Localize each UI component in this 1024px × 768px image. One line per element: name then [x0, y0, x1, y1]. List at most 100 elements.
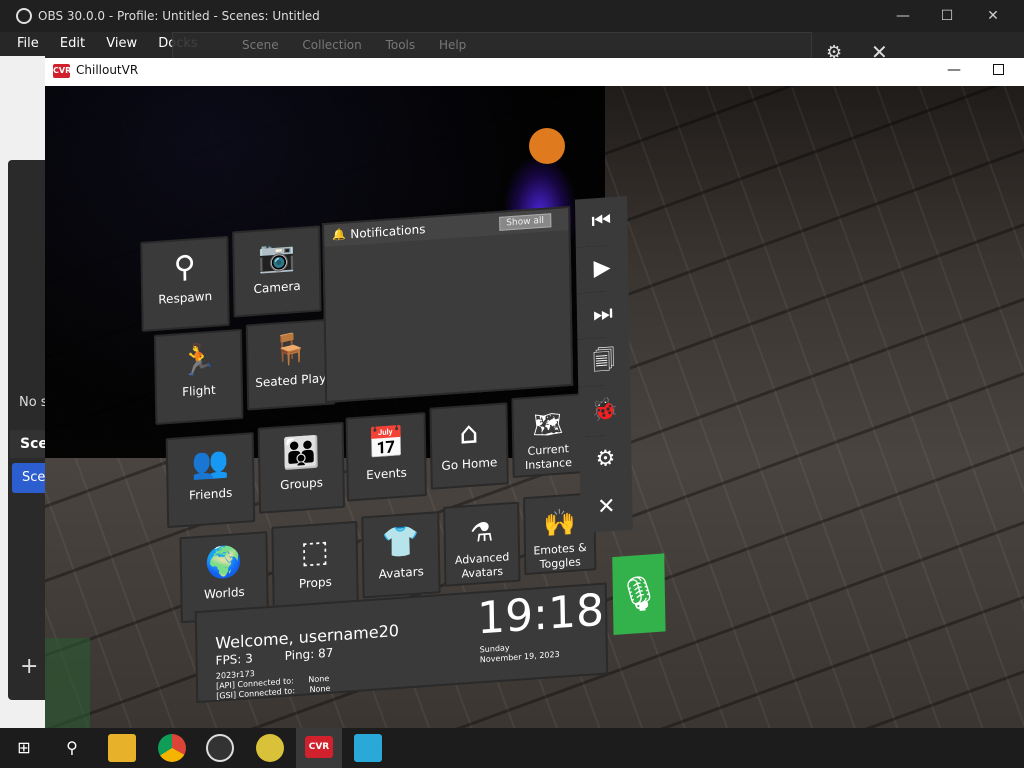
- groups-button[interactable]: 👪 Groups: [257, 421, 346, 514]
- show-all-button[interactable]: Show all: [499, 213, 552, 231]
- tile-label: Props: [298, 574, 332, 591]
- notifications-title: Notifications: [350, 222, 426, 242]
- bell-icon: 🔔: [332, 227, 347, 242]
- location-pin-icon: ⚲: [173, 249, 196, 286]
- tile-label: Groups: [280, 475, 324, 493]
- advanced-avatars-button[interactable]: ⚗ Advanced Avatars: [443, 501, 521, 587]
- notifications-panel: 🔔 Notifications Show all: [322, 205, 574, 404]
- chilloutvr-taskbar-button[interactable]: CVR: [296, 728, 342, 768]
- scene-item[interactable]: Scen: [12, 463, 54, 493]
- camera-icon: 📷: [257, 238, 296, 276]
- gsi-value: None: [309, 683, 331, 695]
- chilloutvr-window-title: ChilloutVR: [76, 63, 139, 77]
- menu-file[interactable]: File: [17, 32, 39, 51]
- tile-label: Current Instance: [525, 442, 573, 473]
- vr-minimize-button[interactable]: —: [947, 62, 961, 78]
- chilloutvr-titlebar-controls: [904, 58, 1024, 86]
- windows-taskbar: ⊞ ⚲ CVR: [0, 728, 1024, 768]
- ping-label: Ping:: [284, 646, 315, 663]
- tile-label: Camera: [253, 278, 301, 297]
- microphone-toggle-button[interactable]: 🎙: [612, 553, 666, 635]
- current-instance-button[interactable]: 🗺 Current Instance: [511, 393, 585, 479]
- friends-button[interactable]: 👥 Friends: [165, 432, 256, 529]
- flight-icon: 🏃: [179, 341, 218, 380]
- obs-logo-icon: [16, 8, 32, 24]
- settings-button[interactable]: ⚙: [579, 433, 632, 486]
- previous-track-icon: ⏮: [591, 208, 612, 235]
- potion-icon: ⚗: [469, 517, 494, 549]
- tile-label: Seated Play: [255, 371, 327, 390]
- microphone-icon: 🎙: [616, 572, 661, 616]
- chilloutvr-taskbar-icon: CVR: [305, 736, 333, 758]
- tile-label: Flight: [182, 382, 216, 400]
- globe-icon: 🌍: [204, 543, 243, 582]
- go-home-button[interactable]: ⌂ Go Home: [429, 402, 509, 490]
- chilloutvr-logo-icon: CVR: [53, 64, 71, 78]
- menu-edit[interactable]: Edit: [60, 32, 85, 51]
- search-icon[interactable]: ⚲: [58, 734, 86, 762]
- app-window-icon[interactable]: [354, 734, 382, 762]
- tile-label: Friends: [188, 485, 233, 503]
- next-track-button[interactable]: ⏭: [576, 289, 630, 340]
- seated-icon: 🪑: [271, 331, 310, 369]
- tile-label: Go Home: [441, 455, 498, 473]
- orange-pumpkin-object: [529, 128, 565, 164]
- respawn-button[interactable]: ⚲ Respawn: [140, 235, 230, 332]
- fps-label: FPS:: [215, 651, 242, 668]
- translate-button[interactable]: 🗐: [577, 335, 631, 388]
- close-icon: ✕: [596, 493, 616, 521]
- props-button[interactable]: ⬚ Props: [271, 520, 359, 611]
- translate-icon: 🗐: [592, 347, 615, 375]
- friends-icon: 👥: [191, 444, 230, 483]
- tile-label: Worlds: [203, 584, 245, 602]
- settings-icon: ⚙: [595, 445, 616, 473]
- no-source-text: No s: [19, 395, 48, 410]
- cube-icon: ⬚: [300, 533, 330, 571]
- avatar-icon: 👕: [381, 523, 420, 562]
- scenes-header: Sce: [10, 430, 48, 458]
- tile-label: Advanced Avatars: [454, 550, 510, 581]
- tile-label: Events: [366, 465, 407, 483]
- play-icon: ▶: [593, 255, 611, 282]
- obs-ghost-menu: Scene Collection Tools Help: [242, 38, 467, 52]
- clock-time: 19:18: [476, 584, 605, 645]
- chilloutvr-titlebar: [45, 58, 904, 86]
- seated-play-button[interactable]: 🪑 Seated Play: [245, 318, 336, 411]
- green-avatar-fragment: [45, 638, 90, 728]
- windows-start-icon[interactable]: ⊞: [10, 734, 38, 762]
- quick-menu: ⚲ Respawn 📷 Camera 🏃 Flight 🪑 Seated Pla…: [140, 193, 678, 710]
- notifications-header: 🔔 Notifications Show all: [324, 208, 569, 248]
- next-track-icon: ⏭: [592, 300, 614, 328]
- api-value: None: [308, 673, 330, 685]
- tile-label: Avatars: [378, 564, 424, 582]
- avatars-button[interactable]: 👕 Avatars: [361, 511, 441, 599]
- obs-maximize-button[interactable]: ☐: [924, 0, 970, 32]
- events-button[interactable]: 📅 Events: [345, 412, 427, 502]
- obs-titlebar: OBS 30.0.0 - Profile: Untitled - Scenes:…: [0, 0, 1024, 32]
- obs-title-text: OBS 30.0.0 - Profile: Untitled - Scenes:…: [38, 9, 320, 23]
- previous-track-button[interactable]: ⏮: [574, 195, 628, 248]
- camera-button[interactable]: 📷 Camera: [232, 225, 322, 318]
- fps-value: 3: [245, 651, 253, 666]
- obs-close-button[interactable]: ✕: [970, 0, 1016, 32]
- close-menu-button[interactable]: ✕: [579, 481, 633, 534]
- bug-report-button[interactable]: 🐞: [578, 383, 632, 438]
- tile-label: Respawn: [158, 288, 213, 307]
- groups-icon: 👪: [282, 434, 321, 473]
- home-icon: ⌂: [459, 415, 479, 452]
- obs-icon[interactable]: [206, 734, 234, 762]
- obs-minimize-button[interactable]: —: [880, 0, 926, 32]
- map-icon: 🗺: [532, 409, 564, 440]
- add-scene-plus-icon[interactable]: +: [20, 654, 38, 679]
- chrome-icon[interactable]: [158, 734, 186, 762]
- flight-button[interactable]: 🏃 Flight: [153, 328, 244, 425]
- bug-icon: 🐞: [590, 396, 619, 424]
- calendar-icon: 📅: [366, 424, 405, 463]
- play-button[interactable]: ▶: [575, 243, 629, 294]
- tile-label: Emotes & Toggles: [533, 540, 587, 572]
- file-explorer-icon[interactable]: [108, 734, 136, 762]
- chilloutvr-viewport[interactable]: ⚲ Respawn 📷 Camera 🏃 Flight 🪑 Seated Pla…: [45, 58, 1024, 728]
- bee-app-icon[interactable]: [256, 734, 284, 762]
- vr-maximize-button[interactable]: [993, 64, 1004, 75]
- menu-view[interactable]: View: [106, 32, 137, 51]
